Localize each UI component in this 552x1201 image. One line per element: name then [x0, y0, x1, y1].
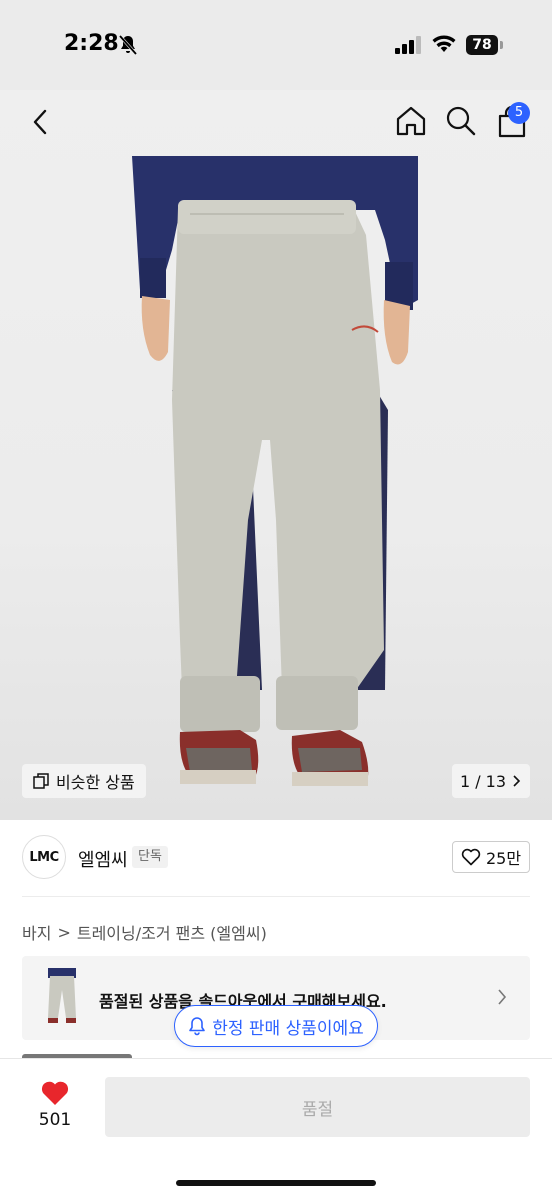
chevron-left-icon	[33, 109, 47, 135]
soldout-button: 품절	[105, 1077, 530, 1137]
exclusive-badge: 단독	[132, 846, 168, 868]
back-button[interactable]	[26, 106, 58, 138]
copy-icon	[33, 773, 49, 789]
wishlist-count: 501	[38, 1110, 72, 1130]
brand-like-button[interactable]: 25만	[452, 841, 530, 873]
similar-products-button[interactable]: 비슷한 상품	[22, 764, 146, 798]
heart-filled-icon	[41, 1081, 69, 1105]
bell-icon	[189, 1017, 206, 1036]
brand-logo[interactable]: LMC	[22, 835, 66, 879]
bell-off-icon	[118, 34, 138, 60]
chevron-right-icon	[513, 775, 521, 787]
battery-level: 78	[466, 35, 498, 55]
product-image[interactable]	[0, 90, 552, 820]
wifi-icon	[431, 34, 457, 58]
similar-products-label: 비슷한 상품	[56, 773, 135, 792]
cart-count-badge: 5	[508, 102, 530, 124]
heart-outline-icon	[461, 848, 481, 866]
wishlist-button[interactable]: 501	[30, 1078, 80, 1134]
image-counter-label: 1 / 13	[459, 771, 507, 791]
image-counter[interactable]: 1 / 13	[452, 764, 530, 798]
banner-product-thumbnail	[40, 966, 84, 1026]
brand-name[interactable]: 엘엠씨	[78, 846, 128, 872]
breadcrumb-separator: >	[57, 922, 71, 942]
status-time: 2:28	[64, 31, 119, 56]
search-button[interactable]	[444, 104, 478, 138]
signal-icon	[395, 36, 423, 58]
product-photo-illustration	[132, 156, 418, 786]
search-icon	[446, 106, 476, 136]
divider	[22, 896, 530, 897]
limited-sale-label: 한정 판매 상품이에요	[212, 1018, 364, 1039]
breadcrumb-item-category[interactable]: 트레이닝/조거 팬츠 (엘엠씨)	[77, 920, 267, 944]
battery-tip	[500, 41, 503, 49]
limited-sale-pill[interactable]: 한정 판매 상품이에요	[174, 1005, 378, 1047]
home-indicator	[176, 1180, 376, 1186]
breadcrumb-item-pants[interactable]: 바지	[22, 920, 51, 944]
chevron-right-icon	[498, 989, 507, 1005]
home-icon	[396, 106, 426, 136]
brand-like-count: 25만	[485, 849, 522, 868]
breadcrumb: 바지 > 트레이닝/조거 팬츠 (엘엠씨)	[22, 920, 267, 944]
battery-icon: 78	[466, 35, 504, 55]
home-button[interactable]	[394, 104, 428, 138]
